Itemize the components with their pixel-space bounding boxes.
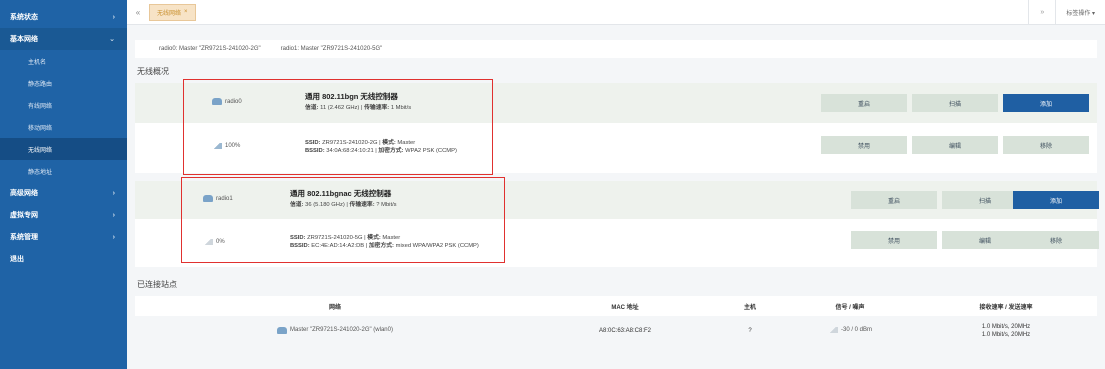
device-panel-radio1: radio1 通用 802.11bgnac 无线控制器 信道: 36 (5.18… (135, 177, 1099, 267)
column-header-host: 主机 (743, 304, 756, 311)
station-signal-cell: -30 / 0 dBm (785, 327, 915, 335)
sidebar-subitem-label: 有线网络 (28, 103, 53, 110)
sidebar-item-label: 系统管理 (10, 234, 38, 241)
add-button[interactable]: 添加 (1003, 94, 1089, 112)
sidebar-subitem-hostname[interactable]: 主机名 (0, 50, 127, 72)
sidebar-subitem-label: 静态地址 (28, 169, 53, 176)
remove-button[interactable]: 移除 (1013, 231, 1099, 249)
tab-bar: « 无线网络 × » 标签操作 ▾ (127, 0, 1105, 25)
column-header-mac: MAC 地址 (611, 304, 639, 311)
close-icon[interactable]: × (184, 9, 188, 15)
station-network-label: Master "ZR9721S-241020-2G" (wlan0) (290, 327, 393, 333)
stations-title: 已连接站点 (137, 280, 177, 289)
table-row: Master "ZR9721S-241020-2G" (wlan0) A8:0C… (135, 316, 1097, 346)
radio1-summary: radio1: Master "ZR9721S-241020-5G" (280, 46, 383, 52)
sidebar-subitem-mobile-network[interactable]: 移动网络 (0, 116, 127, 138)
sidebar-item-label: 高级网络 (10, 190, 38, 197)
chevron-right-icon: › (112, 233, 115, 241)
station-mac: A8:0C:63:A8:C8:F2 (598, 328, 652, 334)
station-network-cell: Master "ZR9721S-241020-2G" (wlan0) (135, 326, 535, 336)
sidebar-subitem-label: 无线网络 (28, 147, 53, 154)
restart-button[interactable]: 重启 (821, 94, 907, 112)
stations-table: 网络 MAC 地址 主机 信号 / 噪声 接收速率 / 发送速率 Master … (135, 296, 1097, 346)
radio0-summary: radio0: Master "ZR9721S-241020-2G" (159, 46, 261, 52)
remove-button[interactable]: 移除 (1003, 136, 1089, 154)
sidebar-subitem-wired-network[interactable]: 有线网络 (0, 94, 127, 116)
sidebar-item-system-status[interactable]: 系统状态 › (0, 6, 127, 28)
sidebar-subitem-static-address[interactable]: 静态地址 (0, 160, 127, 182)
tab-scroll-right-button[interactable]: » (1029, 9, 1055, 16)
wifi-radio-icon (277, 326, 287, 334)
sidebar-item-basic-network[interactable]: 基本网络 ⌄ (0, 28, 127, 50)
column-header-signal-noise: 信号 / 噪声 (835, 304, 865, 311)
tab-scroll-left-button[interactable]: « (127, 0, 149, 25)
station-tx-rate: 1.0 Mbit/s, 20MHz (981, 332, 1031, 338)
chevron-right-icon: › (112, 13, 115, 21)
sidebar-item-vpn[interactable]: 虚拟专网 › (0, 204, 127, 226)
disable-button[interactable]: 禁用 (851, 231, 937, 249)
column-header-rx-tx: 接收速率 / 发送速率 (979, 304, 1033, 311)
sidebar-item-label: 系统状态 (10, 14, 38, 21)
chevron-right-icon: › (112, 189, 115, 197)
overview-title: 无线概况 (137, 67, 169, 76)
scan-button[interactable]: 扫描 (912, 94, 998, 112)
station-signal: -30 / 0 dBm (827, 327, 872, 333)
device-panel-radio0: radio0 通用 802.11bgn 无线控制器 信道: 11 (2.462 … (135, 79, 1097, 175)
column-header-network: 网络 (328, 304, 341, 311)
sidebar-subitem-label: 移动网络 (28, 125, 53, 132)
sidebar-item-system-management[interactable]: 系统管理 › (0, 226, 127, 248)
sidebar-subitem-wireless-network[interactable]: 无线网络 (0, 138, 127, 160)
sidebar-item-advanced-network[interactable]: 高级网络 › (0, 182, 127, 204)
signal-strength-icon (827, 327, 838, 333)
table-header: 网络 MAC 地址 主机 信号 / 噪声 接收速率 / 发送速率 (135, 296, 1097, 316)
tab-operations-menu[interactable]: 标签操作 ▾ (1056, 8, 1105, 17)
sidebar-subitem-static-route[interactable]: 静态路由 (0, 72, 127, 94)
tab-bar-right: » 标签操作 ▾ (1028, 0, 1105, 25)
sidebar-item-logout[interactable]: 退出 (0, 248, 127, 270)
sidebar-subitem-label: 主机名 (28, 59, 47, 66)
tab-label: 无线网络 (157, 10, 182, 17)
disable-button[interactable]: 禁用 (821, 136, 907, 154)
sidebar-subitem-label: 静态路由 (28, 81, 53, 88)
add-button[interactable]: 添加 (1013, 191, 1099, 209)
station-rx-rate: 1.0 Mbit/s, 20MHz (981, 324, 1031, 330)
station-network: Master "ZR9721S-241020-2G" (wlan0) (277, 326, 393, 334)
main-content: radio0: Master "ZR9721S-241020-2G" radio… (135, 40, 1099, 346)
highlight-box (183, 79, 493, 175)
sidebar-item-label: 虚拟专网 (10, 212, 38, 219)
sidebar-item-label: 基本网络 (10, 36, 38, 43)
station-rates: 1.0 Mbit/s, 20MHz 1.0 Mbit/s, 20MHz (915, 323, 1097, 339)
edit-button[interactable]: 编辑 (912, 136, 998, 154)
highlight-box (181, 177, 505, 263)
station-signal-value: -30 / 0 dBm (840, 327, 872, 333)
restart-button[interactable]: 重启 (851, 191, 937, 209)
tab-wireless-network[interactable]: 无线网络 × (149, 3, 196, 21)
chevron-down-icon: ⌄ (109, 36, 115, 43)
sidebar-item-label: 退出 (10, 256, 24, 263)
sidebar: 系统状态 › 基本网络 ⌄ 主机名 静态路由 有线网络 移动网络 无线网络 静态… (0, 0, 127, 369)
radio-summary-strip: radio0: Master "ZR9721S-241020-2G" radio… (135, 40, 1097, 58)
station-host: ? (748, 328, 752, 334)
chevron-right-icon: › (112, 211, 115, 219)
